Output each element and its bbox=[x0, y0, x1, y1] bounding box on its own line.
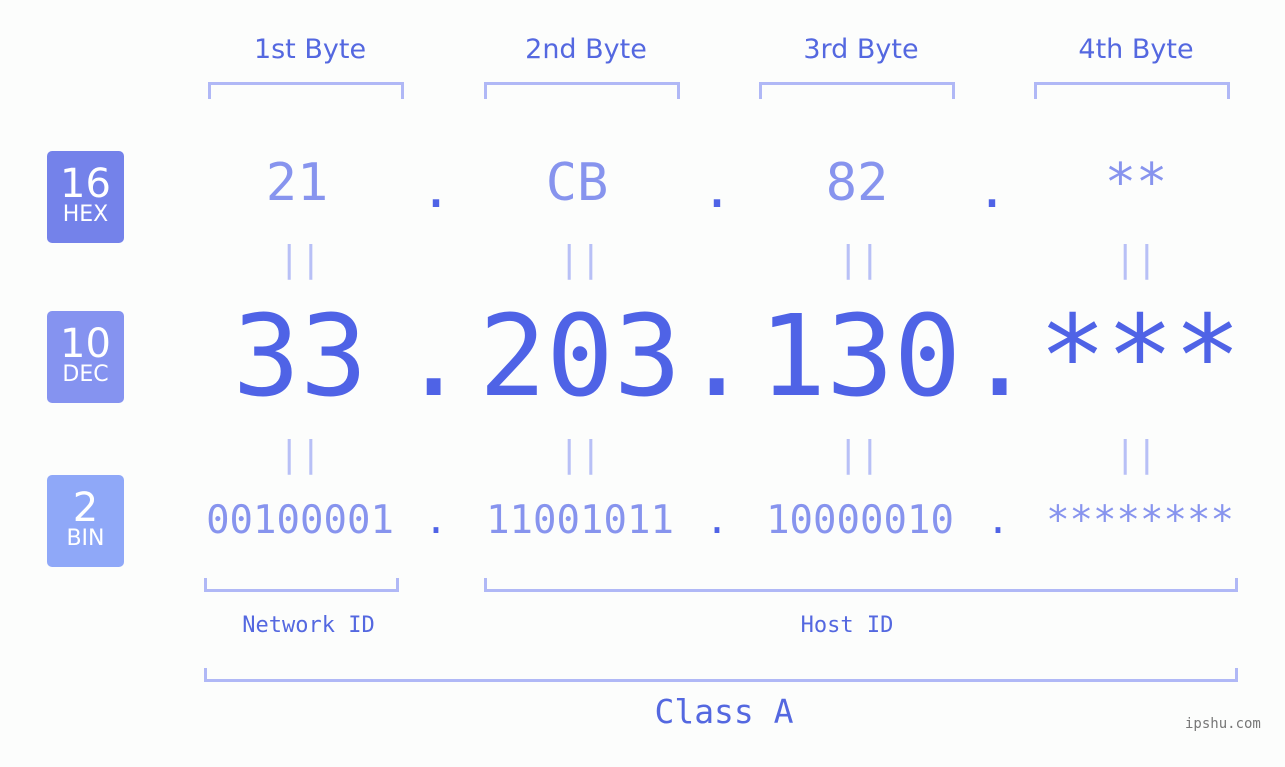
bin-separator-1: . bbox=[424, 498, 448, 543]
bin-badge-number: 2 bbox=[72, 485, 99, 531]
network-id-bracket bbox=[204, 578, 399, 592]
hex-separator-1: . bbox=[420, 160, 452, 220]
byte-bracket-3 bbox=[759, 82, 955, 99]
hex-separator-2: . bbox=[701, 160, 733, 220]
watermark: ipshu.com bbox=[1185, 716, 1261, 732]
hex-byte-3: 82 bbox=[825, 153, 889, 213]
dec-byte-3: 130 bbox=[758, 292, 962, 422]
bin-byte-3: 10000010 bbox=[766, 498, 954, 543]
byte-bracket-1 bbox=[208, 82, 404, 99]
hex-byte-2: CB bbox=[545, 153, 609, 213]
equals-sign: || bbox=[1114, 239, 1158, 280]
dec-separator-1: . bbox=[400, 292, 468, 422]
equals-sign: || bbox=[837, 434, 881, 475]
equals-sign: || bbox=[278, 239, 322, 280]
bin-byte-4: ******** bbox=[1046, 498, 1234, 543]
bin-badge: 2 BIN bbox=[47, 475, 124, 567]
dec-separator-3: . bbox=[966, 292, 1034, 422]
dec-badge-label: DEC bbox=[62, 362, 109, 387]
dec-byte-2: 203 bbox=[478, 292, 682, 422]
hex-badge: 16 HEX bbox=[47, 151, 124, 243]
bin-byte-2: 11001011 bbox=[486, 498, 674, 543]
hex-badge-label: HEX bbox=[62, 202, 109, 227]
hex-badge-number: 16 bbox=[60, 161, 111, 207]
hex-byte-1: 21 bbox=[265, 153, 329, 213]
equals-sign: || bbox=[558, 434, 602, 475]
class-label: Class A bbox=[654, 692, 794, 731]
bin-separator-2: . bbox=[705, 498, 729, 543]
byte-header-3: 3rd Byte bbox=[803, 34, 919, 65]
byte-header-1: 1st Byte bbox=[253, 34, 367, 65]
host-id-label: Host ID bbox=[800, 613, 894, 638]
dec-separator-2: . bbox=[683, 292, 751, 422]
network-id-label: Network ID bbox=[242, 613, 375, 638]
class-bracket bbox=[204, 668, 1238, 682]
hex-byte-4: ** bbox=[1104, 153, 1168, 213]
byte-bracket-4 bbox=[1034, 82, 1230, 99]
equals-sign: || bbox=[837, 239, 881, 280]
equals-sign: || bbox=[558, 239, 602, 280]
dec-byte-1: 33 bbox=[232, 292, 368, 422]
bin-badge-label: BIN bbox=[66, 526, 105, 551]
byte-header-2: 2nd Byte bbox=[525, 34, 647, 65]
host-id-bracket bbox=[484, 578, 1238, 592]
bin-separator-3: . bbox=[986, 498, 1010, 543]
dec-badge-number: 10 bbox=[60, 321, 111, 367]
bin-byte-1: 00100001 bbox=[206, 498, 394, 543]
dec-badge: 10 DEC bbox=[47, 311, 124, 403]
dec-byte-4: *** bbox=[1038, 292, 1242, 422]
byte-bracket-2 bbox=[484, 82, 680, 99]
hex-separator-3: . bbox=[976, 160, 1008, 220]
equals-sign: || bbox=[1114, 434, 1158, 475]
byte-header-4: 4th Byte bbox=[1078, 34, 1194, 65]
equals-sign: || bbox=[278, 434, 322, 475]
